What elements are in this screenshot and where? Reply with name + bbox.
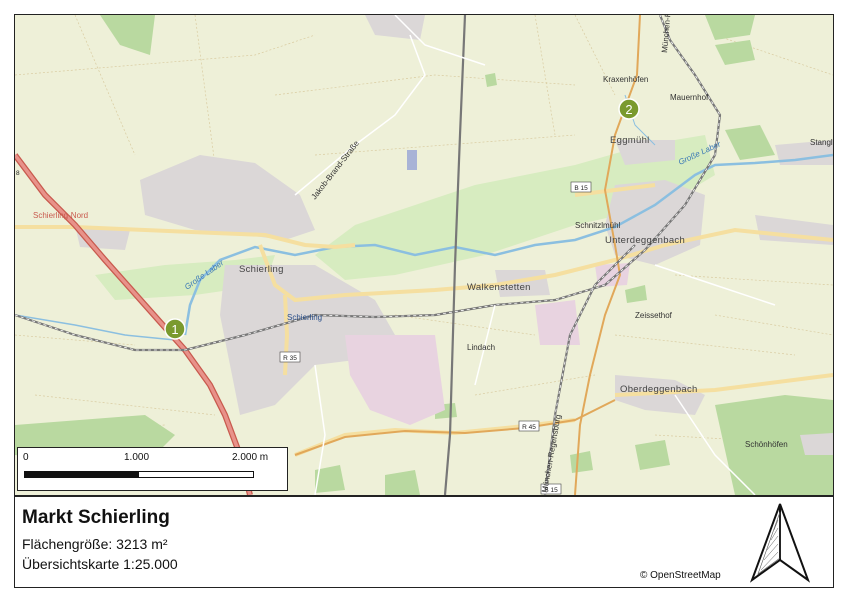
- road-label-b8: 8: [16, 170, 20, 177]
- label-mauernhof: Mauernhof: [670, 93, 709, 102]
- label-schierling-nord: Schierling-Nord: [33, 211, 88, 220]
- map-scale-note: Übersichtskarte 1:25.000: [22, 556, 178, 572]
- label-unterdeggenbach: Unterdeggenbach: [605, 235, 685, 246]
- scale-bar: 0 1.000 2.000 m: [17, 447, 288, 491]
- scale-bar-graphic: [24, 471, 254, 478]
- label-schierling-station: Schierling: [287, 313, 322, 322]
- label-zeissethof: Zeissethof: [635, 311, 673, 320]
- pond: [407, 150, 417, 170]
- map-canvas[interactable]: B 15 B 15 R 35 R 45 8 Schierling Schierl…: [15, 15, 833, 495]
- label-walkenstetten: Walkenstetten: [467, 282, 531, 293]
- area-size: Flächengröße: 3213 m²: [22, 536, 168, 552]
- scale-bar-fill: [25, 472, 139, 477]
- marker-1[interactable]: 1: [164, 318, 186, 340]
- road-label-b15-north: B 15: [574, 185, 588, 192]
- scale-tick-0: 0: [23, 452, 29, 463]
- map-title: Markt Schierling: [22, 507, 170, 528]
- label-stangl: Stangl: [810, 138, 833, 147]
- legend-divider: [15, 495, 833, 497]
- scale-tick-1000: 1.000: [124, 452, 150, 463]
- north-arrow-icon: [749, 503, 811, 583]
- marker-2[interactable]: 2: [618, 98, 640, 120]
- label-schierling: Schierling: [239, 264, 284, 275]
- marker-2-label: 2: [625, 102, 632, 117]
- label-schonhofen: Schönhöfen: [745, 440, 788, 449]
- attribution: © OpenStreetMap: [640, 570, 721, 581]
- label-lindach: Lindach: [467, 343, 495, 352]
- scale-tick-2000: 2.000 m: [232, 452, 269, 463]
- label-kraxenhofen: Kraxenhöfen: [603, 75, 648, 84]
- road-label-r35: R 35: [283, 355, 297, 362]
- road-label-r45: R 45: [522, 424, 536, 431]
- marker-1-label: 1: [171, 322, 178, 337]
- label-schnitzlmuhl: Schnitzlmühl: [575, 221, 621, 230]
- label-oberdeggenbach: Oberdeggenbach: [620, 384, 698, 395]
- label-eggmuhl: Eggmühl: [610, 135, 650, 146]
